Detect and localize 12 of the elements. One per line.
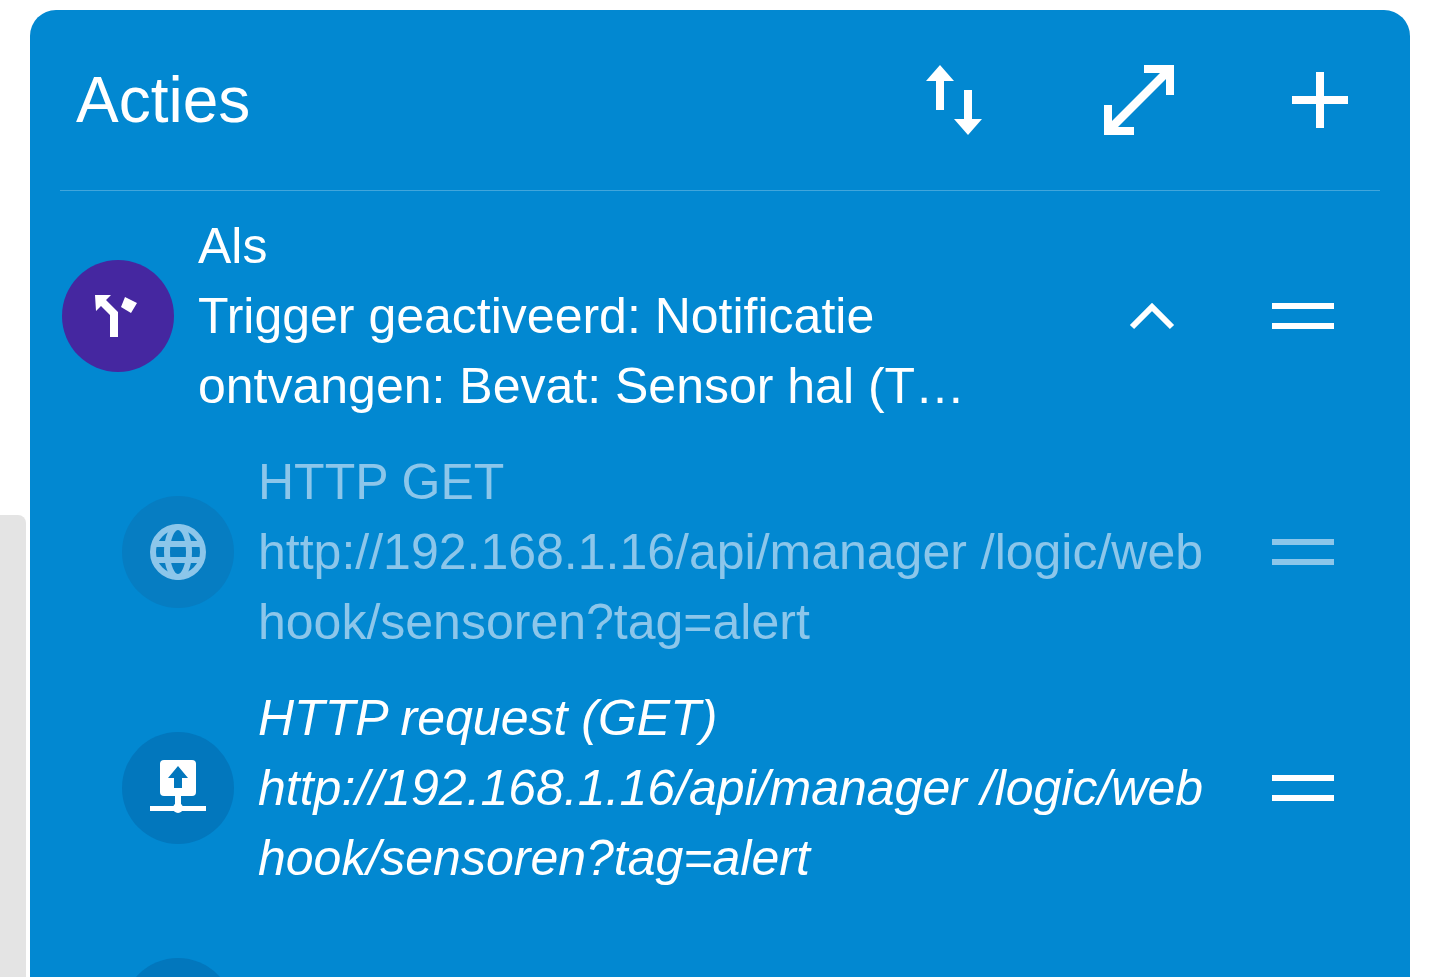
- item-description: http://192.168.1.16/api/manager /logic/webhook/sensoren?tag=alert: [258, 759, 1205, 888]
- item-heading: HTTP request (GET): [258, 689, 719, 748]
- add-icon[interactable]: [1292, 72, 1348, 128]
- drag-handle-icon[interactable]: [1272, 775, 1334, 801]
- item-description: http://192.168.1.16/api/manager /logic/webhook/sensoren?tag=alert: [258, 523, 1205, 652]
- drag-handle-icon[interactable]: [1272, 303, 1334, 329]
- item-heading: Als: [198, 217, 269, 276]
- item-description: Trigger geactiveerd: Notificatie ontvangen: Bevat: Sensor hal (T…: [198, 287, 967, 416]
- card-title: Acties: [76, 63, 251, 137]
- expand-icon[interactable]: [1104, 65, 1174, 135]
- item-heading: HTTP GET: [258, 453, 506, 512]
- chevron-icon[interactable]: [1128, 301, 1176, 331]
